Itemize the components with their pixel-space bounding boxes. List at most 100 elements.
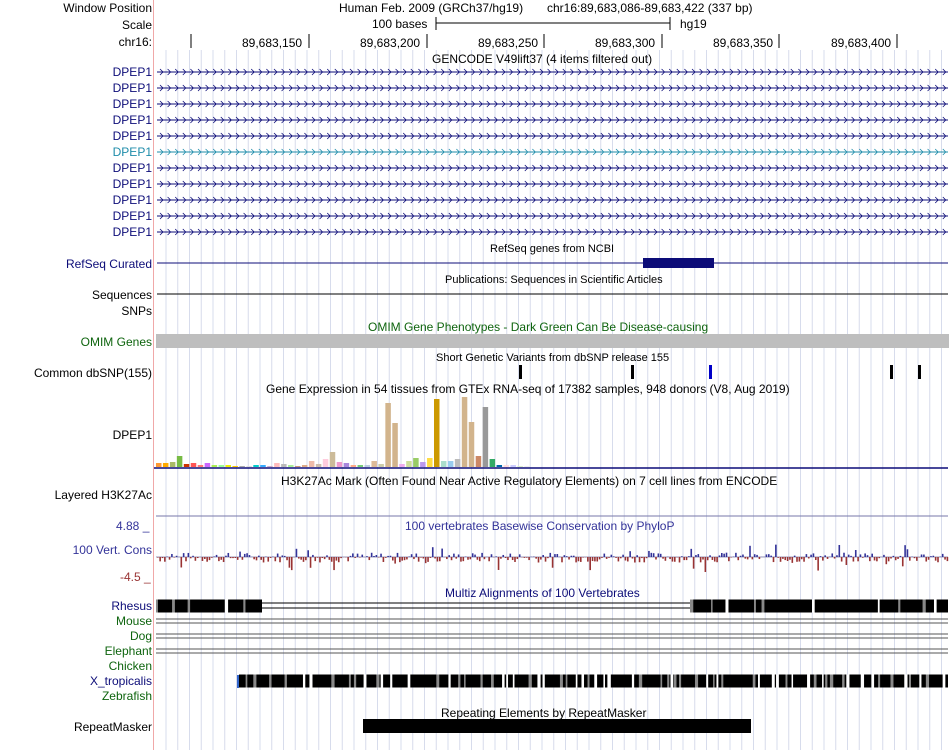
cons-max-label: 4.88 _ (116, 519, 150, 533)
cons-bar (549, 552, 552, 557)
align-gap (871, 674, 875, 688)
multiz-species-label[interactable]: Rhesus (111, 599, 152, 613)
cons-bar (476, 557, 479, 560)
align-gap (331, 674, 335, 688)
cons-bar (619, 557, 622, 559)
omim-track-title: OMIM Gene Phenotypes - Dark Green Can Be… (368, 320, 709, 334)
cons-bar (173, 557, 176, 558)
cons-bar (568, 557, 570, 560)
cons-bar (236, 557, 239, 560)
pubs-track-label[interactable]: Sequences (92, 288, 152, 302)
cons-bar (262, 557, 265, 563)
cons-bar (535, 557, 537, 559)
gtex-bar (378, 464, 384, 467)
snps-track-label[interactable]: SNPs (121, 304, 152, 318)
cons-bar (220, 557, 223, 560)
cons-bar (295, 548, 298, 557)
cons-bar (565, 556, 568, 557)
cons-bar (812, 553, 815, 557)
cons-bar (354, 557, 356, 558)
cons-bar (847, 554, 850, 557)
align-gap (575, 674, 578, 688)
align-gap (812, 599, 815, 613)
gtex-bar (413, 458, 419, 467)
align-gap (512, 674, 515, 688)
cons-bar (648, 550, 650, 557)
gencode-transcript-label[interactable]: DPEP1 (113, 177, 152, 191)
cons-bar (450, 557, 453, 561)
align-gap (822, 674, 824, 688)
cons-bar (478, 557, 481, 562)
h3k27ac-track-label[interactable]: Layered H3K27Ac (55, 488, 152, 502)
cons-bar (702, 557, 704, 560)
multiz-species-label[interactable]: Mouse (116, 614, 152, 628)
gtex-track-label[interactable]: DPEP1 (113, 428, 152, 442)
gencode-transcript-label[interactable]: DPEP1 (113, 81, 152, 95)
cons-bar (901, 557, 904, 567)
align-gap (877, 599, 880, 613)
genome-browser-image[interactable]: Window Position Scale chr16: Human Feb. … (0, 0, 950, 750)
cons-bar (234, 557, 237, 558)
gencode-transcript-label[interactable]: DPEP1 (113, 161, 152, 175)
cons-bar (843, 552, 845, 557)
cons-bar (836, 555, 838, 557)
cons-bar (612, 556, 615, 557)
gtex-bar (301, 465, 308, 467)
cons-bar (208, 557, 211, 561)
cons-bar (455, 557, 458, 559)
omim-track-label[interactable]: OMIM Genes (81, 335, 152, 349)
cons-bar (319, 557, 321, 563)
multiz-track-title: Multiz Alignments of 100 Vertebrates (445, 586, 640, 600)
cons-bar (728, 557, 730, 562)
multiz-species-label[interactable]: Elephant (105, 644, 152, 658)
cons-bar (159, 557, 161, 562)
repeat-track-label[interactable]: RepeatMasker (74, 720, 152, 734)
cons-bar (725, 552, 728, 557)
align-gap (878, 674, 881, 688)
gtex-bar (246, 466, 252, 467)
gencode-transcript-label[interactable]: DPEP1 (113, 145, 152, 159)
align-gap (842, 674, 845, 688)
cons-bar (213, 556, 215, 557)
cons-bar (321, 557, 324, 558)
cons-track-label[interactable]: 100 Vert. Cons (73, 543, 152, 557)
align-gap (846, 674, 850, 688)
gencode-transcript-label[interactable]: DPEP1 (113, 209, 152, 223)
gencode-transcript-label[interactable]: DPEP1 (113, 193, 152, 207)
gtex-track-title: Gene Expression in 54 tissues from GTEx … (266, 382, 790, 396)
align-gap (363, 674, 367, 688)
dbsnp-track-label[interactable]: Common dbSNP(155) (34, 366, 152, 380)
align-gap (284, 674, 287, 688)
cons-bar (798, 557, 801, 562)
cons-track-title: 100 vertebrates Basewise Conservation by… (405, 519, 675, 533)
cons-bar (753, 554, 756, 557)
cons-bar (563, 555, 566, 557)
cons-bar (394, 557, 396, 564)
multiz-species-label[interactable]: X_tropicalis (90, 674, 152, 688)
gencode-transcript-label[interactable]: DPEP1 (113, 225, 152, 239)
multiz-species-label[interactable]: Dog (130, 629, 152, 643)
refseq-track-label[interactable]: RefSeq Curated (66, 257, 152, 271)
cons-bar (941, 553, 944, 557)
cons-bar (314, 557, 317, 562)
cons-bar (723, 553, 725, 557)
cons-bar (483, 557, 486, 560)
align-gap (908, 674, 911, 688)
gencode-transcript-label[interactable]: DPEP1 (113, 65, 152, 79)
cons-bar (822, 557, 824, 561)
cons-bar (845, 557, 848, 565)
gencode-transcript-label[interactable]: DPEP1 (113, 113, 152, 127)
cons-bar (784, 557, 787, 561)
gtex-bar (218, 465, 225, 467)
gencode-transcript-label[interactable]: DPEP1 (113, 97, 152, 111)
gencode-track-title: GENCODE V49lift37 (4 items filtered out) (432, 52, 653, 66)
align-gap (565, 674, 568, 688)
align-gap (679, 674, 682, 688)
gtex-bar (239, 466, 245, 467)
gtex-bar (371, 461, 377, 467)
multiz-species-label[interactable]: Zebrafish (102, 689, 152, 703)
gencode-transcript-label[interactable]: DPEP1 (113, 129, 152, 143)
gtex-bar (204, 463, 211, 467)
multiz-species-label[interactable]: Chicken (109, 659, 152, 673)
align-gap (919, 674, 922, 688)
